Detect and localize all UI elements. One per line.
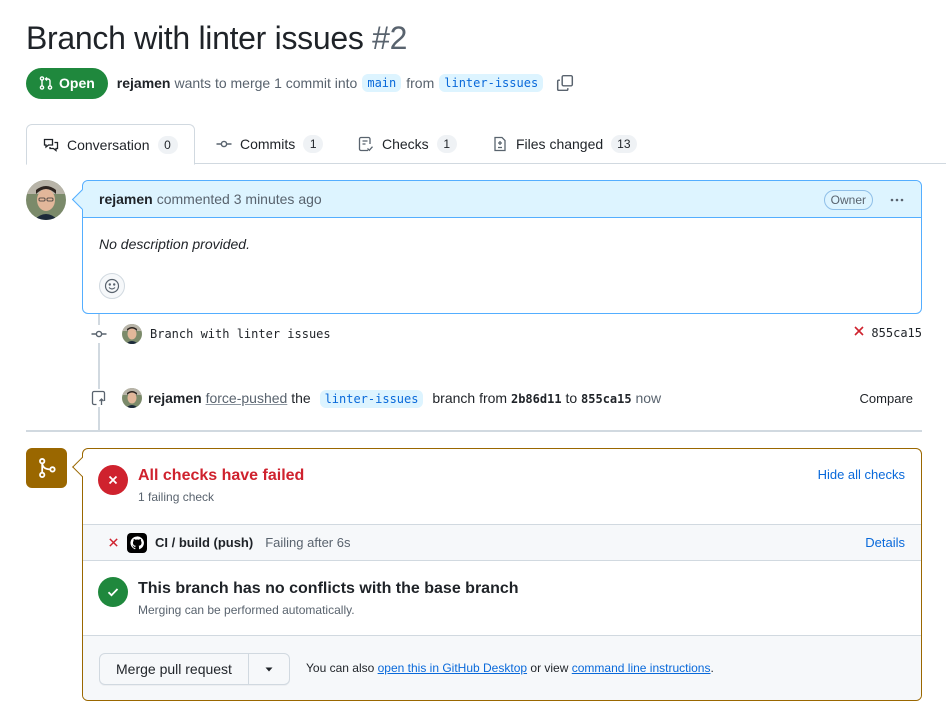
from-text: from — [406, 75, 435, 91]
x-circle-icon — [98, 465, 128, 495]
push-from-sha[interactable]: 2b86d11 — [511, 392, 562, 406]
git-commit-icon — [90, 325, 108, 343]
tab-label: Files changed — [516, 136, 604, 152]
pr-title: Branch with linter issues #2 — [26, 20, 407, 57]
force-pushed-link[interactable]: force-pushed — [206, 390, 288, 406]
push-to-sha[interactable]: 855ca15 — [581, 392, 632, 406]
pr-title-text: Branch with linter issues — [26, 20, 364, 56]
push-branch-from-text: branch from — [432, 390, 508, 406]
state-badge: Open — [26, 67, 108, 99]
x-icon[interactable] — [853, 325, 865, 340]
comment-header: rejamen commented 3 minutes ago Owner — [83, 181, 921, 218]
tab-counter: 13 — [611, 135, 637, 153]
kebab-horizontal-icon[interactable] — [887, 190, 907, 210]
merge-description: wants to merge 1 commit into — [174, 75, 358, 91]
tab-counter: 0 — [157, 135, 178, 154]
tab-counter: 1 — [436, 135, 457, 153]
copy-icon[interactable] — [556, 74, 574, 92]
push-to-text: to — [565, 390, 578, 406]
hint-suffix: . — [710, 661, 714, 675]
comment-author[interactable]: rejamen — [99, 191, 153, 207]
push-the-text: the — [291, 390, 311, 406]
state-label: Open — [59, 75, 95, 91]
push-branch[interactable]: linter-issues — [319, 390, 424, 408]
checklist-icon — [358, 136, 373, 152]
base-branch[interactable]: main — [362, 74, 402, 92]
timeline-force-push: rejamen force-pushed the linter-issues b… — [90, 388, 661, 408]
file-diff-icon — [494, 136, 506, 152]
pr-author-link[interactable]: rejamen — [117, 75, 171, 91]
head-branch[interactable]: linter-issues — [439, 74, 544, 92]
tab-conversation[interactable]: Conversation 0 — [26, 124, 195, 165]
git-pull-request-icon — [39, 76, 53, 90]
merge-pull-request-button[interactable]: Merge pull request — [100, 654, 249, 684]
compare-button[interactable]: Compare — [860, 391, 913, 406]
comment-body: No description provided. — [99, 236, 250, 252]
git-commit-icon — [216, 140, 232, 148]
pr-tabs: Conversation 0 Commits 1 Checks 1 Files … — [26, 124, 946, 165]
owner-badge: Owner — [823, 190, 873, 210]
github-logo-icon — [127, 532, 147, 553]
comment-discussion-icon — [43, 138, 59, 152]
triangle-down-icon[interactable] — [249, 654, 289, 684]
check-status: Failing after 6s — [265, 535, 351, 550]
check-circle-icon — [98, 577, 128, 607]
push-author-link[interactable]: rejamen — [148, 390, 202, 406]
repo-push-icon — [90, 389, 108, 407]
commit-status: 855ca15 — [853, 325, 922, 340]
comment-box: rejamen commented 3 minutes ago Owner No… — [82, 180, 922, 314]
timeline-commit: Branch with linter issues — [90, 324, 331, 344]
mergeability-title: This branch has no conflicts with the ba… — [138, 580, 519, 597]
hide-all-checks-button[interactable]: Hide all checks — [818, 467, 905, 482]
check-row: CI / build (push) Failing after 6s Detai… — [83, 524, 921, 561]
mergeability-subtitle: Merging can be performed automatically. — [138, 603, 355, 617]
comment-timestamp: commented 3 minutes ago — [156, 191, 322, 207]
tab-label: Conversation — [67, 136, 150, 153]
hint-middle: or view — [530, 661, 569, 675]
x-icon — [108, 535, 119, 551]
tab-commits[interactable]: Commits 1 — [216, 124, 324, 164]
check-name: CI / build (push) — [155, 535, 254, 550]
checks-summary: All checks have failed 1 failing check H… — [83, 449, 921, 524]
tab-checks[interactable]: Checks 1 — [358, 124, 457, 164]
commit-sha-link[interactable]: 855ca15 — [871, 326, 922, 340]
avatar[interactable] — [26, 180, 66, 220]
check-details-link[interactable]: Details — [865, 535, 905, 550]
tab-files-changed[interactable]: Files changed 13 — [492, 124, 637, 164]
pr-meta: Open rejamen wants to merge 1 commit int… — [26, 67, 574, 99]
merge-button-group: Merge pull request — [99, 653, 290, 685]
force-push-text: rejamen force-pushed the linter-issues b… — [148, 390, 662, 408]
smiley-icon[interactable] — [99, 273, 125, 299]
timeline-separator — [26, 430, 922, 432]
github-desktop-link[interactable]: open this in GitHub Desktop — [378, 661, 527, 675]
checks-subtitle: 1 failing check — [138, 490, 215, 504]
merge-hint: You can also open this in GitHub Desktop… — [306, 661, 714, 675]
command-line-instructions-link[interactable]: command line instructions — [572, 661, 711, 675]
avatar[interactable] — [122, 388, 142, 408]
tab-label: Checks — [382, 136, 429, 152]
tab-label: Commits — [240, 136, 296, 152]
checks-title: All checks have failed — [138, 467, 305, 484]
pr-number: #2 — [372, 20, 408, 56]
commit-message-link[interactable]: Branch with linter issues — [150, 327, 331, 341]
merge-box: All checks have failed 1 failing check H… — [82, 448, 922, 701]
git-merge-icon — [26, 448, 67, 488]
avatar[interactable] — [122, 324, 142, 344]
merge-footer: Merge pull request You can also open thi… — [83, 635, 921, 700]
hint-prefix: You can also — [306, 661, 375, 675]
push-timestamp: now — [635, 390, 662, 406]
tab-counter: 1 — [303, 135, 324, 153]
